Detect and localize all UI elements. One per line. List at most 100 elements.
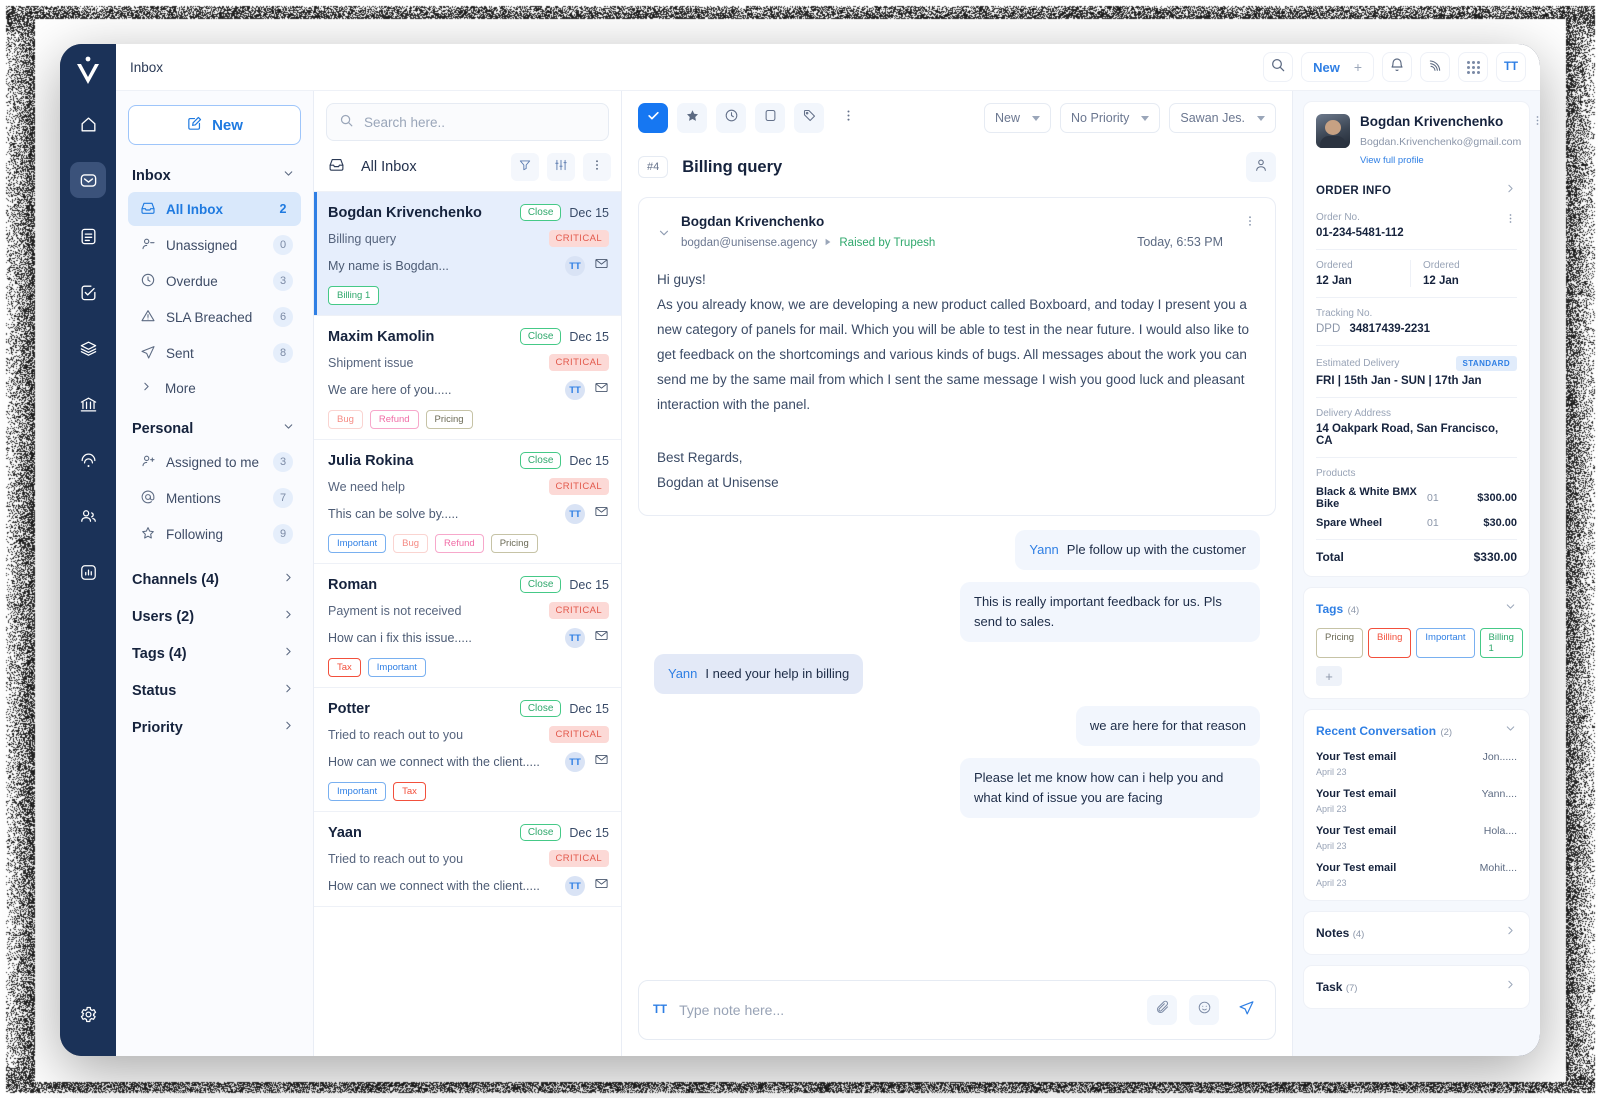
tag-chip[interactable]: Tax — [328, 658, 361, 677]
view-full-profile-link[interactable]: View full profile — [1360, 155, 1521, 166]
chevron-right-icon — [282, 645, 295, 662]
rail-item-home[interactable] — [70, 106, 106, 142]
tag-chip[interactable]: Billing 1 — [328, 286, 379, 305]
tag-chip[interactable]: Refund — [435, 534, 484, 553]
sidebar-item-all-inbox[interactable]: All Inbox 2 — [128, 192, 301, 226]
conversation-list[interactable]: Bogdan Krivenchenko Close Dec 15 Billing qu… — [314, 192, 621, 1056]
priority-dropdown[interactable]: No Priority — [1060, 103, 1160, 133]
assign-user-button[interactable] — [1246, 152, 1276, 182]
sidebar-section-channels[interactable]: Channels (4) — [128, 561, 301, 598]
list-more-button[interactable] — [583, 153, 611, 181]
add-tag-button[interactable]: + — [1316, 666, 1342, 686]
tag-chip[interactable]: Billing 1 — [1480, 628, 1523, 658]
tags-header[interactable]: Tags (4) — [1316, 600, 1517, 618]
sidebar-section-priority[interactable]: Priority — [128, 709, 301, 746]
sidebar-item-sent[interactable]: Sent 8 — [128, 336, 301, 370]
inbox-group-label: Inbox — [132, 168, 171, 184]
archive-button[interactable] — [755, 103, 785, 133]
inbox-group-header[interactable]: Inbox — [128, 159, 301, 192]
task-card[interactable]: Task (7) — [1303, 965, 1530, 1009]
recent-header[interactable]: Recent Conversation (2) — [1316, 722, 1517, 740]
compose-new-button[interactable]: New — [128, 105, 301, 145]
tag-chip[interactable]: Bug — [328, 410, 363, 429]
tag-chip[interactable]: Tax — [393, 782, 426, 801]
rail-item-contacts[interactable] — [70, 498, 106, 534]
rail-item-settings[interactable] — [70, 996, 106, 1032]
status-dropdown[interactable]: New — [984, 103, 1051, 133]
list-item[interactable]: Bogdan Krivenchenko Close Dec 15 Billing qu… — [314, 192, 621, 316]
note-composer[interactable]: TT Type note here... — [638, 980, 1276, 1040]
profile-more-button[interactable] — [1531, 114, 1540, 166]
list-item[interactable]: Your Test email April 23 Hola.... — [1316, 825, 1517, 851]
list-item[interactable]: Potter Close Dec 15 Tried to reach out to y… — [314, 688, 621, 812]
email-more-button[interactable] — [1243, 214, 1257, 228]
attachment-button[interactable] — [1147, 995, 1177, 1025]
list-item[interactable]: Julia Rokina Close Dec 15 We need help CRITI… — [314, 440, 621, 564]
sort-settings-button[interactable] — [547, 153, 575, 181]
list-item[interactable]: Maxim Kamolin Close Dec 15 Shipment issue CR… — [314, 316, 621, 440]
rail-item-layers[interactable] — [70, 330, 106, 366]
status-badge[interactable]: Close — [520, 824, 562, 841]
order-info-header[interactable]: ORDER INFO — [1316, 182, 1517, 200]
status-badge[interactable]: Close — [520, 204, 562, 221]
list-item[interactable]: Your Test email April 23 Jon...... — [1316, 751, 1517, 777]
order-more-button[interactable] — [1504, 212, 1517, 225]
status-badge[interactable]: Close — [520, 452, 562, 469]
tag-chip[interactable]: Pricing — [491, 534, 538, 553]
sidebar-item-overdue[interactable]: Overdue 3 — [128, 264, 301, 298]
sidebar-item-sla-breached[interactable]: SLA Breached 6 — [128, 300, 301, 334]
list-item[interactable]: Your Test email April 23 Yann.... — [1316, 788, 1517, 814]
resolve-button[interactable] — [638, 103, 668, 133]
conversation-more-button[interactable] — [833, 103, 863, 133]
rail-item-reports[interactable] — [70, 554, 106, 590]
broadcast-button[interactable] — [1420, 52, 1450, 82]
send-button[interactable] — [1231, 995, 1261, 1025]
apps-button[interactable] — [1458, 52, 1488, 82]
rail-item-documents[interactable] — [70, 218, 106, 254]
notifications-button[interactable] — [1382, 52, 1412, 82]
unisense-logo-icon[interactable] — [73, 54, 103, 88]
tag-chip[interactable]: Bug — [393, 534, 428, 553]
tag-button[interactable] — [794, 103, 824, 133]
sidebar-section-tags[interactable]: Tags (4) — [128, 635, 301, 672]
rail-item-tasks[interactable] — [70, 274, 106, 310]
sidebar-item-mentions[interactable]: Mentions 7 — [128, 481, 301, 515]
list-item[interactable]: Your Test email April 23 Mohit.... — [1316, 862, 1517, 888]
sidebar-section-users[interactable]: Users (2) — [128, 598, 301, 635]
search-input[interactable]: Search here.. — [326, 103, 609, 141]
tag-chip[interactable]: Important — [368, 658, 426, 677]
star-button[interactable] — [677, 103, 707, 133]
avatar: TT — [565, 752, 585, 772]
sidebar-item-assigned-to-me[interactable]: Assigned to me 3 — [128, 445, 301, 479]
new-button[interactable]: New + — [1301, 52, 1374, 82]
tag-chip[interactable]: Refund — [370, 410, 419, 429]
rail-item-mail[interactable] — [70, 162, 106, 198]
status-badge[interactable]: Close — [520, 576, 562, 593]
snooze-button[interactable] — [716, 103, 746, 133]
user-avatar[interactable]: TT — [1496, 52, 1526, 82]
assignee-dropdown[interactable]: Sawan Jes. — [1169, 103, 1276, 133]
tag-chip[interactable]: Pricing — [1316, 628, 1363, 658]
list-item[interactable]: Yaan Close Dec 15 Tried to reach out to you… — [314, 812, 621, 907]
sidebar-item-following[interactable]: Following 9 — [128, 517, 301, 551]
sidebar-item-more[interactable]: More — [128, 372, 301, 404]
chevron-down-icon[interactable] — [657, 226, 671, 245]
status-badge[interactable]: Close — [520, 700, 562, 717]
rail-item-broadcast[interactable] — [70, 442, 106, 478]
recent-list[interactable]: Your Test email April 23 Jon...... Your Tes… — [1316, 751, 1517, 888]
tag-chip[interactable]: Pricing — [426, 410, 473, 429]
tag-chip[interactable]: Billing — [1368, 628, 1411, 658]
tag-chip[interactable]: Important — [1416, 628, 1474, 658]
rail-item-bank[interactable] — [70, 386, 106, 422]
emoji-button[interactable] — [1189, 995, 1219, 1025]
sidebar-section-status[interactable]: Status — [128, 672, 301, 709]
tag-chip[interactable]: Important — [328, 534, 386, 553]
notes-card[interactable]: Notes (4) — [1303, 911, 1530, 955]
status-badge[interactable]: Close — [520, 328, 562, 345]
tag-chip[interactable]: Important — [328, 782, 386, 801]
personal-group-header[interactable]: Personal — [128, 412, 301, 445]
filter-button[interactable] — [511, 153, 539, 181]
list-item[interactable]: Roman Close Dec 15 Payment is not received C… — [314, 564, 621, 688]
search-button[interactable] — [1263, 52, 1293, 82]
sidebar-item-unassigned[interactable]: Unassigned 0 — [128, 228, 301, 262]
